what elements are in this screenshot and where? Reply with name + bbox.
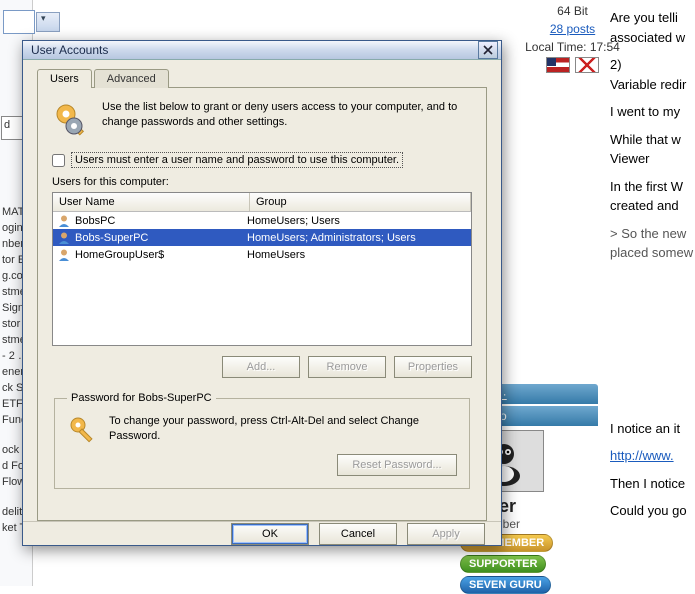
close-icon <box>483 45 493 55</box>
dialog-client: Users Advanced Use the list below to gra… <box>23 60 501 521</box>
post-line: While that w <box>610 132 681 147</box>
user-row[interactable]: HomeGroupUser$ HomeUsers <box>53 246 471 263</box>
tab-strip: Users Advanced <box>37 69 487 88</box>
require-login-checkbox[interactable] <box>52 154 65 167</box>
dialog-footer: OK Cancel Apply <box>23 521 501 545</box>
user-row-selected[interactable]: Bobs-SuperPC HomeUsers; Administrators; … <box>53 229 471 246</box>
password-legend: Password for Bobs-SuperPC <box>67 392 216 404</box>
cell-group: HomeUsers <box>241 249 471 261</box>
password-groupbox: Password for Bobs-SuperPC To change your… <box>54 392 470 489</box>
flag-us-icon <box>546 57 570 73</box>
listview-header[interactable]: User Name Group <box>53 193 471 212</box>
badge-guru: SEVEN GURU <box>460 576 551 594</box>
cell-username: Bobs-SuperPC <box>75 232 148 244</box>
post-line: Viewer <box>610 151 650 166</box>
user-icon <box>57 231 71 245</box>
flag-florida-icon <box>575 57 599 73</box>
user-row[interactable]: BobsPC HomeUsers; Users <box>53 212 471 229</box>
user-icon <box>57 248 71 262</box>
reset-password-button[interactable]: Reset Password... <box>337 454 457 476</box>
tab-users[interactable]: Users <box>37 69 92 88</box>
tab-advanced[interactable]: Advanced <box>94 69 169 88</box>
close-button[interactable] <box>478 41 498 59</box>
post-line: Could you go <box>610 501 695 521</box>
post-line: > So the new <box>610 226 686 241</box>
post-line: I notice an it <box>610 419 695 439</box>
add-button[interactable]: Add... <box>222 356 300 378</box>
post-line: associated w <box>610 30 685 45</box>
post-count-link[interactable]: 28 posts <box>550 22 595 36</box>
intro-text: Use the list below to grant or deny user… <box>102 100 472 140</box>
post-line: I went to my <box>610 102 695 122</box>
users-listview[interactable]: User Name Group BobsPC HomeUsers; Users … <box>52 192 472 346</box>
scroll-arrow-fragment <box>36 12 60 32</box>
list-caption: Users for this computer: <box>52 176 472 188</box>
remove-button[interactable]: Remove <box>308 356 386 378</box>
post-line: Variable redir <box>610 77 686 92</box>
password-text: To change your password, press Ctrl-Alt-… <box>109 414 457 445</box>
post-line: placed somew <box>610 245 693 260</box>
ok-button[interactable]: OK <box>231 523 309 545</box>
key-icon <box>67 414 99 446</box>
window-title: User Accounts <box>31 43 478 57</box>
search-fragment <box>3 10 35 34</box>
keys-icon <box>52 100 92 140</box>
post-line: Are you telli <box>610 10 678 25</box>
require-login-label: Users must enter a user name and passwor… <box>71 152 403 168</box>
column-username[interactable]: User Name <box>53 193 250 211</box>
cell-username: HomeGroupUser$ <box>75 249 164 261</box>
cell-group: HomeUsers; Users <box>241 215 471 227</box>
badge-supporter: SUPPORTER <box>460 555 546 573</box>
apply-button[interactable]: Apply <box>407 523 485 545</box>
cell-group: HomeUsers; Administrators; Users <box>241 232 471 244</box>
user-icon <box>57 214 71 228</box>
properties-button[interactable]: Properties <box>394 356 472 378</box>
column-group[interactable]: Group <box>250 193 471 211</box>
post-line: created and <box>610 198 679 213</box>
tab-panel-users: Use the list below to grant or deny user… <box>37 87 487 521</box>
external-link[interactable]: http://www. <box>610 448 674 463</box>
cancel-button[interactable]: Cancel <box>319 523 397 545</box>
post-line: In the first W <box>610 179 683 194</box>
cell-username: BobsPC <box>75 215 115 227</box>
titlebar[interactable]: User Accounts <box>23 41 501 60</box>
post-line: Then I notice <box>610 474 695 494</box>
user-accounts-dialog: User Accounts Users Advanced Use the lis… <box>22 40 502 546</box>
post-line: 2) <box>610 57 622 72</box>
